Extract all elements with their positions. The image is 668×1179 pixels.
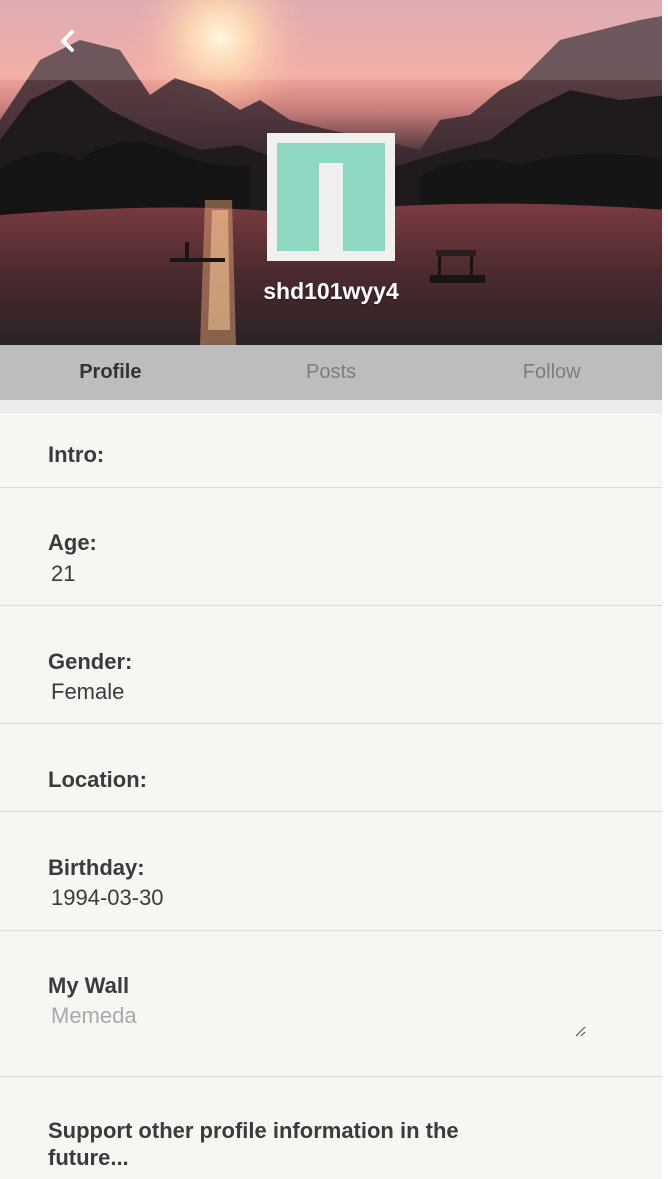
wall-textarea[interactable] [48, 1003, 591, 1059]
location-field: Location: [0, 724, 662, 812]
age-label: Age: [48, 530, 97, 555]
wall-label: My Wall [48, 973, 130, 998]
age-field: Age: 21 [0, 488, 662, 606]
tab-posts[interactable]: Posts [221, 345, 442, 400]
location-label: Location: [48, 767, 147, 792]
avatar[interactable] [267, 133, 395, 261]
tab-profile[interactable]: Profile [0, 345, 221, 400]
profile-tabs: Profile Posts Follow [0, 345, 662, 400]
intro-label: Intro: [48, 442, 105, 467]
avatar-pattern [319, 163, 343, 251]
gender-field: Gender: Female [0, 606, 662, 724]
top-navigation-bar [0, 0, 668, 80]
future-info-note: Support other profile information in the… [48, 1118, 459, 1170]
chevron-left-icon [61, 30, 74, 52]
username: shd101wyy4 [263, 278, 399, 304]
intro-field: Intro: [0, 413, 662, 488]
tab-follow[interactable]: Follow [441, 345, 662, 400]
page-edge [662, 0, 668, 1179]
resize-handle-icon[interactable] [574, 1025, 586, 1037]
back-button[interactable] [48, 22, 88, 62]
gender-label: Gender: [48, 649, 133, 674]
birthday-label: Birthday: [48, 855, 145, 880]
birthday-field: Birthday: 1994-03-30 [0, 812, 662, 931]
gender-value: Female [51, 679, 125, 704]
tab-divider [0, 400, 662, 413]
wall-field: My Wall [0, 931, 662, 1077]
profile-fields: Intro: Age: 21 Gender: Female Location: … [0, 413, 662, 1077]
birthday-value: 1994-03-30 [51, 885, 164, 910]
age-value: 21 [51, 561, 76, 586]
